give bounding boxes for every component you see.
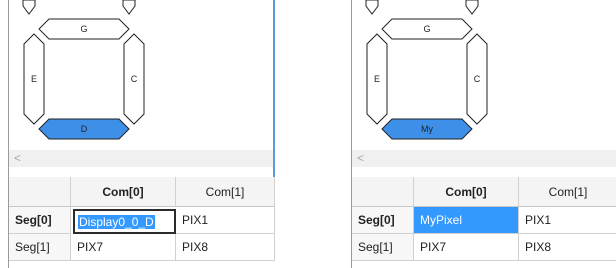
column-header-com1[interactable]: Com[1] <box>519 177 616 207</box>
scroll-left-arrow-icon[interactable]: < <box>14 151 21 166</box>
grid-cell[interactable]: PIX7 <box>414 234 519 261</box>
pixel-grid: Com[0] Com[1] Seg[0] Display0_0_D PIX1 S… <box>9 177 275 268</box>
grid-cell[interactable]: PIX8 <box>176 234 275 261</box>
segment-editor-panel-left: G E C D < Com[0] Com[1] Seg[0] Display0_… <box>8 0 275 268</box>
grid-cell-selected[interactable]: MyPixel <box>414 207 519 234</box>
segment-editor-panel-right: G E C My < Com[0] Com[1] Seg[0] MyPixel … <box>351 0 616 268</box>
segment-f[interactable] <box>22 0 36 15</box>
row-header-seg0[interactable]: Seg[0] <box>352 207 414 234</box>
row-header-seg0[interactable]: Seg[0] <box>9 207 71 234</box>
seven-segment-display: G E C My <box>365 0 488 140</box>
grid-cell[interactable]: PIX1 <box>519 207 616 234</box>
splitter[interactable] <box>9 167 273 177</box>
segment-c-label: C <box>131 74 138 84</box>
segment-b[interactable] <box>465 0 479 15</box>
grid-cell[interactable]: PIX8 <box>519 234 616 261</box>
grid-cell[interactable]: PIX1 <box>176 207 275 234</box>
column-header-com0[interactable]: Com[0] <box>71 177 176 207</box>
cell-edit-selected-text: Display0_0_D <box>78 215 155 229</box>
segment-g-label: G <box>80 24 87 34</box>
segment-b[interactable] <box>122 0 136 15</box>
segment-canvas[interactable]: G E C My <box>352 0 616 150</box>
grid-corner <box>352 177 414 207</box>
segment-d-label: D <box>81 124 88 134</box>
column-header-com1[interactable]: Com[1] <box>176 177 275 207</box>
segment-e-label: E <box>374 74 380 84</box>
pixel-grid: Com[0] Com[1] Seg[0] MyPixel PIX1 Seg[1]… <box>352 177 616 268</box>
splitter[interactable] <box>352 167 616 177</box>
segment-c-label: C <box>474 74 481 84</box>
row-header-seg1[interactable]: Seg[1] <box>9 234 71 261</box>
segment-f[interactable] <box>365 0 379 15</box>
horizontal-scrollbar[interactable]: < <box>9 150 273 167</box>
segment-d-label: My <box>421 124 433 134</box>
segment-canvas[interactable]: G E C D <box>9 0 273 150</box>
cell-edit-input[interactable]: Display0_0_D <box>73 209 176 234</box>
segment-e-label: E <box>31 74 37 84</box>
grid-corner <box>9 177 71 207</box>
horizontal-scrollbar[interactable]: < <box>352 150 616 167</box>
grid-cell[interactable]: PIX7 <box>71 234 176 261</box>
row-header-seg1[interactable]: Seg[1] <box>352 234 414 261</box>
panel-border-accent <box>273 0 275 178</box>
column-header-com0[interactable]: Com[0] <box>414 177 519 207</box>
seven-segment-display: G E C D <box>22 0 145 140</box>
segment-g-label: G <box>423 24 430 34</box>
scroll-left-arrow-icon[interactable]: < <box>357 151 364 166</box>
